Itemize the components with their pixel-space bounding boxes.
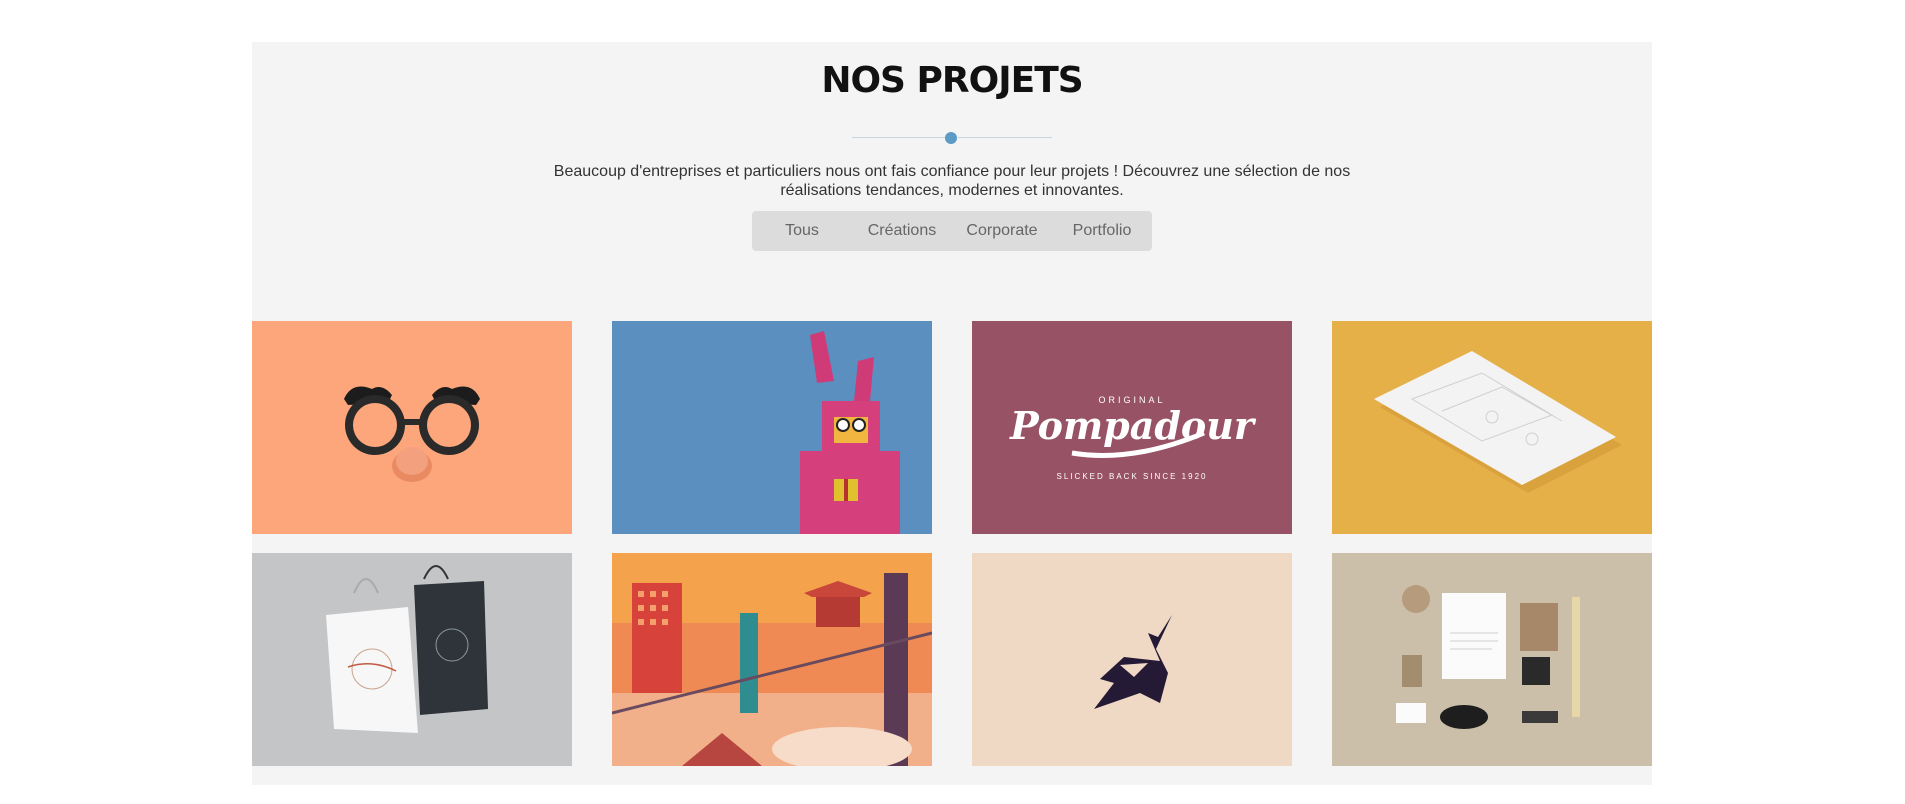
pompadour-logo: ORIGINAL Pompadour SLICKED BACK SINCE 19… bbox=[972, 321, 1292, 534]
divider-dot bbox=[945, 132, 957, 144]
project-tile-glasses[interactable] bbox=[252, 321, 572, 534]
project-tile-stationery[interactable] bbox=[1332, 553, 1652, 766]
project-tile-bags[interactable] bbox=[252, 553, 572, 766]
geometric-bird-logo bbox=[972, 553, 1292, 766]
project-tile-pompadour[interactable]: ORIGINAL Pompadour SLICKED BACK SINCE 19… bbox=[972, 321, 1292, 534]
letterhead-mockup bbox=[1332, 321, 1652, 534]
section-description: Beaucoup d'entreprises et particuliers n… bbox=[522, 162, 1382, 200]
glasses-mustache-illustration bbox=[252, 321, 572, 534]
project-tile-city[interactable] bbox=[612, 553, 932, 766]
project-tile-letterhead[interactable] bbox=[1332, 321, 1652, 534]
divider-line-left bbox=[852, 137, 946, 138]
filter-portfolio[interactable]: Portfolio bbox=[1052, 222, 1152, 240]
filter-tous[interactable]: Tous bbox=[752, 222, 852, 240]
project-tile-bunny[interactable] bbox=[612, 321, 932, 534]
pink-bunny-illustration bbox=[612, 321, 932, 534]
description-line-1: Beaucoup d'entreprises et particuliers n… bbox=[553, 163, 1351, 180]
logo-main-text: Pompadour bbox=[1009, 403, 1257, 448]
title-divider bbox=[852, 132, 1052, 144]
description-line-2: réalisations tendances, modernes et inno… bbox=[780, 182, 1124, 199]
project-tile-bird[interactable] bbox=[972, 553, 1292, 766]
shopping-bags-mockup bbox=[252, 553, 572, 766]
city-sunset-illustration bbox=[612, 553, 932, 766]
section-title: NOS PROJETS bbox=[821, 60, 1083, 101]
logo-bottom-text: SLICKED BACK SINCE 1920 bbox=[1057, 472, 1208, 481]
filter-creations[interactable]: Créations bbox=[852, 222, 952, 240]
stationery-mockup bbox=[1332, 553, 1652, 766]
divider-line-right bbox=[958, 137, 1052, 138]
filter-bar: Tous Créations Corporate Portfolio bbox=[752, 211, 1152, 251]
filter-corporate[interactable]: Corporate bbox=[952, 222, 1052, 240]
